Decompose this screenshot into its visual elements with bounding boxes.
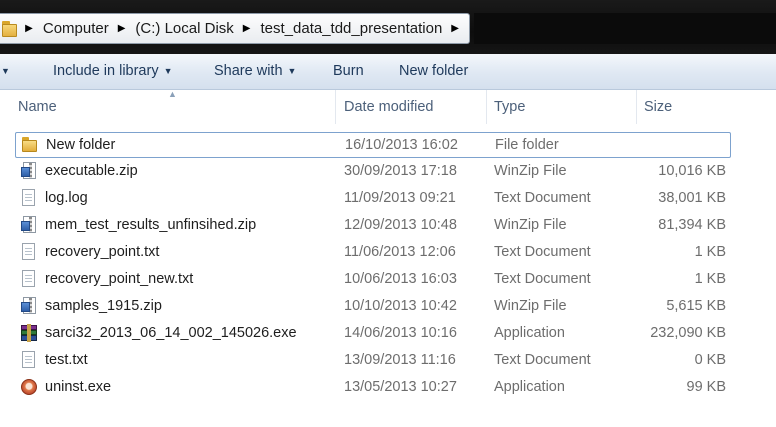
file-date-modified: 13/05/2013 10:27 xyxy=(344,379,457,395)
text-document-icon xyxy=(21,270,37,288)
command-toolbar: ▼ Include in library ▼ Share with ▼ Burn N… xyxy=(0,54,776,90)
file-size: 1 KB xyxy=(694,271,726,287)
text-document-icon xyxy=(21,351,37,369)
file-name: uninst.exe xyxy=(45,379,112,395)
zip-file-icon xyxy=(21,162,37,180)
file-size: 1 KB xyxy=(694,244,726,260)
file-date-modified: 14/06/2013 10:16 xyxy=(344,325,457,341)
file-name: samples_1915.zip xyxy=(45,298,162,314)
file-name: executable.zip xyxy=(45,163,138,179)
text-document-icon xyxy=(21,243,37,261)
file-date-modified: 13/09/2013 11:16 xyxy=(344,352,456,368)
column-header-row: ▲ Name Date modified Type Size xyxy=(0,89,776,124)
address-bar-right-area xyxy=(474,13,776,44)
address-bar-area: ▶ Computer ▶ (C:) Local Disk ▶ test_data… xyxy=(0,0,776,54)
column-header-type[interactable]: Type xyxy=(494,99,525,115)
column-header-date-modified[interactable]: Date modified xyxy=(344,99,433,115)
folder-icon xyxy=(22,136,38,154)
chevron-down-icon: ▼ xyxy=(163,66,173,76)
folder-icon xyxy=(2,20,17,37)
file-type: Application xyxy=(494,325,565,341)
file-size: 10,016 KB xyxy=(658,163,726,179)
file-row[interactable]: log.log 11/09/2013 09:21 Text Document 3… xyxy=(15,186,731,212)
file-name: sarci32_2013_06_14_002_145026.exe xyxy=(45,325,297,341)
file-size: 38,001 KB xyxy=(658,190,726,206)
file-type: Text Document xyxy=(494,271,591,287)
text-document-icon xyxy=(21,189,37,207)
zip-file-icon xyxy=(21,216,37,234)
share-with-button[interactable]: Share with ▼ xyxy=(214,63,296,79)
file-date-modified: 12/09/2013 10:48 xyxy=(344,217,457,233)
file-type: File folder xyxy=(495,137,559,153)
breadcrumb-local-disk[interactable]: (C:) Local Disk xyxy=(135,20,233,37)
column-header-size[interactable]: Size xyxy=(644,99,672,115)
file-size: 99 KB xyxy=(686,379,727,395)
file-type: WinZip File xyxy=(494,298,567,314)
chevron-right-icon[interactable]: ▶ xyxy=(118,23,126,34)
file-row[interactable]: test.txt 13/09/2013 11:16 Text Document … xyxy=(15,348,731,374)
new-folder-button[interactable]: New folder xyxy=(399,63,468,79)
file-type: Text Document xyxy=(494,352,591,368)
file-name: test.txt xyxy=(45,352,88,368)
file-row[interactable]: mem_test_results_unfinsihed.zip 12/09/20… xyxy=(15,213,731,239)
file-date-modified: 16/10/2013 16:02 xyxy=(345,137,458,153)
file-type: WinZip File xyxy=(494,163,567,179)
file-row[interactable]: samples_1915.zip 10/10/2013 10:42 WinZip… xyxy=(15,294,731,320)
file-name: log.log xyxy=(45,190,88,206)
uninstaller-icon xyxy=(21,378,37,396)
file-date-modified: 11/09/2013 09:21 xyxy=(344,190,456,206)
column-header-name[interactable]: Name xyxy=(18,99,57,115)
burn-button[interactable]: Burn xyxy=(333,63,364,79)
include-in-library-label: Include in library xyxy=(53,63,159,79)
file-type: Text Document xyxy=(494,190,591,206)
sort-ascending-icon: ▲ xyxy=(168,89,177,99)
winrar-archive-icon xyxy=(21,324,37,342)
file-row[interactable]: recovery_point_new.txt 10/06/2013 16:03 … xyxy=(15,267,731,293)
organize-caret-icon[interactable]: ▼ xyxy=(0,63,10,79)
file-type: WinZip File xyxy=(494,217,567,233)
breadcrumb-current-folder[interactable]: test_data_tdd_presentation xyxy=(260,20,442,37)
column-divider[interactable] xyxy=(636,90,637,124)
file-row[interactable]: New folder 16/10/2013 16:02 File folder xyxy=(15,132,731,158)
file-row[interactable]: uninst.exe 13/05/2013 10:27 Application … xyxy=(15,375,731,401)
file-date-modified: 11/06/2013 12:06 xyxy=(344,244,456,260)
file-type: Application xyxy=(494,379,565,395)
file-size: 232,090 KB xyxy=(650,325,726,341)
chevron-right-icon[interactable]: ▶ xyxy=(25,23,33,34)
file-date-modified: 10/06/2013 16:03 xyxy=(344,271,457,287)
file-row[interactable]: executable.zip 30/09/2013 17:18 WinZip F… xyxy=(15,159,731,185)
file-name: New folder xyxy=(46,137,116,153)
file-size: 0 KB xyxy=(694,352,726,368)
chevron-right-icon[interactable]: ▶ xyxy=(243,23,251,34)
file-size: 5,615 KB xyxy=(666,298,726,314)
file-name: mem_test_results_unfinsihed.zip xyxy=(45,217,257,233)
chevron-down-icon: ▼ xyxy=(287,66,297,76)
column-divider[interactable] xyxy=(486,90,487,124)
column-divider[interactable] xyxy=(335,90,336,124)
file-name: recovery_point.txt xyxy=(45,244,160,260)
file-row[interactable]: sarci32_2013_06_14_002_145026.exe 14/06/… xyxy=(15,321,731,347)
file-type: Text Document xyxy=(494,244,591,260)
include-in-library-button[interactable]: Include in library ▼ xyxy=(53,63,173,79)
chevron-right-icon[interactable]: ▶ xyxy=(451,23,459,34)
share-with-label: Share with xyxy=(214,63,283,79)
file-row[interactable]: recovery_point.txt 11/06/2013 12:06 Text… xyxy=(15,240,731,266)
zip-file-icon xyxy=(21,297,37,315)
file-date-modified: 30/09/2013 17:18 xyxy=(344,163,457,179)
file-date-modified: 10/10/2013 10:42 xyxy=(344,298,457,314)
address-bar[interactable]: ▶ Computer ▶ (C:) Local Disk ▶ test_data… xyxy=(0,13,470,44)
file-name: recovery_point_new.txt xyxy=(45,271,194,287)
breadcrumb-computer[interactable]: Computer xyxy=(43,20,109,37)
file-size: 81,394 KB xyxy=(658,217,726,233)
